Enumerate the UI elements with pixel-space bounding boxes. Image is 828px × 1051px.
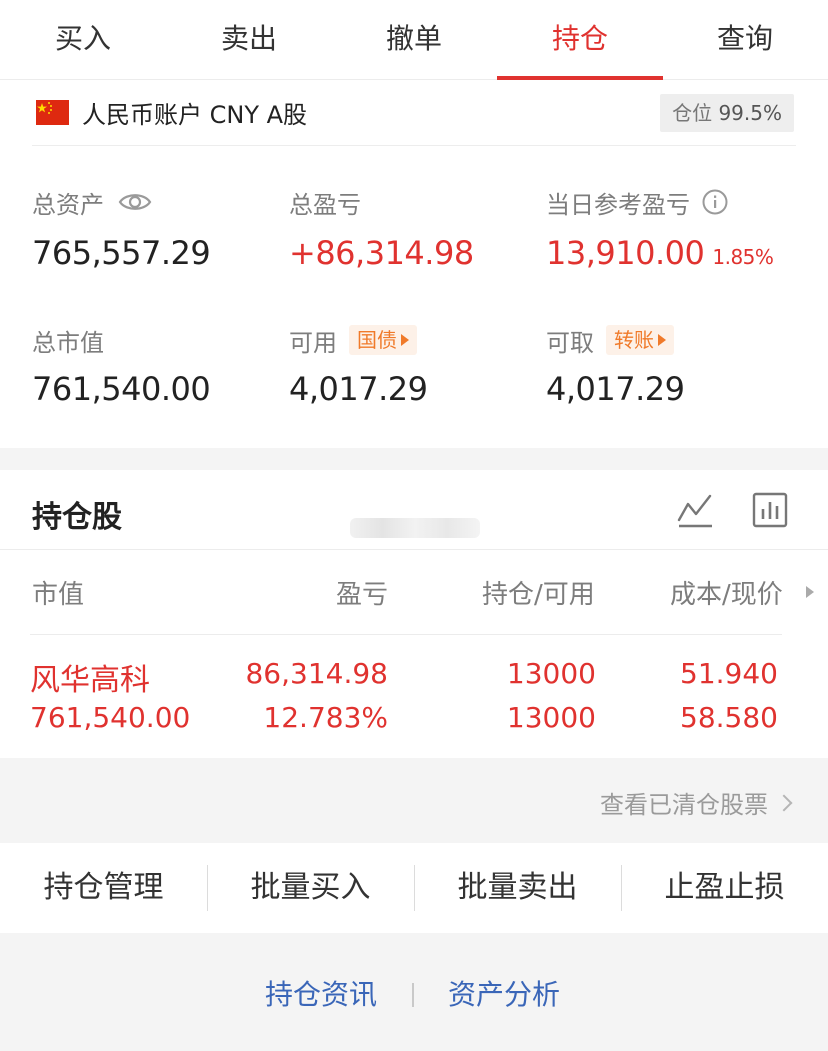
asset-analysis-link[interactable]: 资产分析	[448, 973, 560, 1013]
daily-pnl-label: 当日参考盈亏	[546, 190, 690, 219]
stock-pnl-percent: 12.783%	[263, 701, 388, 734]
trade-tabs: 买入 卖出 撤单 持仓 查询	[0, 0, 828, 80]
col-position: 持仓/可用	[482, 580, 595, 610]
stock-position: 13000	[506, 657, 596, 690]
tab-holdings[interactable]: 持仓	[497, 0, 663, 80]
stock-name: 风华高科	[30, 663, 150, 698]
eye-icon[interactable]	[118, 190, 152, 214]
batch-buy-button[interactable]: 批量买入	[207, 843, 414, 933]
holdings-title: 持仓股	[32, 500, 122, 535]
tab-holdings-label: 持仓	[551, 22, 608, 55]
holding-row[interactable]: 风华高科 761,540.00 86,314.98 12.783% 13000 …	[30, 634, 782, 758]
position-ratio-label: 仓位	[672, 101, 713, 125]
stop-profit-loss-button[interactable]: 止盈止损	[621, 843, 828, 933]
divider	[412, 983, 414, 1007]
tab-cancel[interactable]: 撤单	[331, 0, 497, 80]
available-value: 4,017.29	[289, 370, 428, 408]
col-cost-price: 成本/现价	[670, 580, 783, 610]
manage-holdings-button[interactable]: 持仓管理	[0, 843, 207, 933]
daily-pnl-value: 13,910.00	[546, 234, 705, 272]
stat-daily-pnl: 当日参考盈亏 13,910.00 1.85%	[546, 186, 816, 272]
tab-query[interactable]: 查询	[662, 0, 828, 80]
transfer-label: 转账	[614, 328, 654, 352]
position-ratio-value: 99.5%	[718, 101, 782, 125]
footer-links: 持仓资讯 资产分析	[0, 933, 828, 1051]
transfer-tag[interactable]: 转账	[606, 325, 674, 355]
play-arrow-icon	[658, 334, 666, 346]
stat-withdrawable: 可取 转账 4,017.29	[546, 324, 806, 408]
stock-available: 13000	[506, 701, 596, 734]
col-pnl: 盈亏	[336, 580, 389, 610]
holdings-actions: 持仓管理 批量买入 批量卖出 止盈止损	[0, 843, 828, 933]
stat-total-assets: 总资产 765,557.29	[32, 186, 292, 273]
position-ratio-badge: 仓位 99.5%	[660, 94, 794, 132]
market-value-value: 761,540.00	[32, 370, 211, 408]
blurred-banner	[350, 518, 480, 538]
account-header[interactable]: 人民币账户 CNY A股 仓位 99.5%	[32, 80, 796, 146]
stat-market-value: 总市值 761,540.00	[32, 324, 292, 409]
holdings-header: 持仓股	[0, 470, 828, 550]
total-pnl-value: +86,314.98	[289, 234, 474, 272]
stock-pnl: 86,314.98	[245, 657, 388, 690]
bar-chart-icon[interactable]	[752, 492, 788, 528]
treasury-bond-tag[interactable]: 国债	[349, 325, 417, 355]
total-assets-label: 总资产	[32, 190, 104, 219]
stat-total-pnl: 总盈亏 +86,314.98	[289, 186, 549, 273]
cleared-stocks-label: 查看已清仓股票	[600, 791, 768, 819]
scroll-right-icon[interactable]	[806, 586, 814, 598]
holdings-columns: 市值 盈亏 持仓/可用 成本/现价	[0, 550, 828, 634]
treasury-bond-label: 国债	[357, 328, 397, 352]
china-flag-icon	[36, 100, 69, 125]
batch-sell-button[interactable]: 批量卖出	[414, 843, 621, 933]
available-label: 可用	[289, 328, 337, 357]
stock-price: 58.580	[680, 701, 778, 734]
daily-pnl-percent: 1.85%	[712, 245, 774, 269]
stat-available: 可用 国债 4,017.29	[289, 324, 549, 408]
play-arrow-icon	[401, 334, 409, 346]
market-value-label: 总市值	[32, 328, 104, 357]
stock-cost: 51.940	[680, 657, 778, 690]
withdrawable-value: 4,017.29	[546, 370, 685, 408]
tab-sell[interactable]: 卖出	[166, 0, 332, 80]
cleared-stocks-link[interactable]: 查看已清仓股票	[600, 785, 793, 820]
withdrawable-label: 可取	[546, 328, 594, 357]
account-panel: 人民币账户 CNY A股 仓位 99.5% 总资产 765,557.29 总盈亏…	[0, 80, 828, 448]
line-chart-icon[interactable]	[676, 492, 714, 530]
holdings-news-link[interactable]: 持仓资讯	[265, 973, 377, 1013]
stock-market-value: 761,540.00	[30, 701, 191, 734]
tab-buy[interactable]: 买入	[0, 0, 166, 80]
info-icon[interactable]	[702, 189, 728, 215]
total-assets-value: 765,557.29	[32, 234, 211, 272]
account-name: 人民币账户 CNY A股	[82, 101, 308, 129]
col-market-value: 市值	[32, 580, 85, 610]
holdings-panel: 持仓股 市值 盈亏 持仓/可用 成本/现价 风华高科 761,540.00 86…	[0, 470, 828, 758]
chevron-right-icon	[775, 794, 793, 811]
total-pnl-label: 总盈亏	[289, 190, 361, 219]
